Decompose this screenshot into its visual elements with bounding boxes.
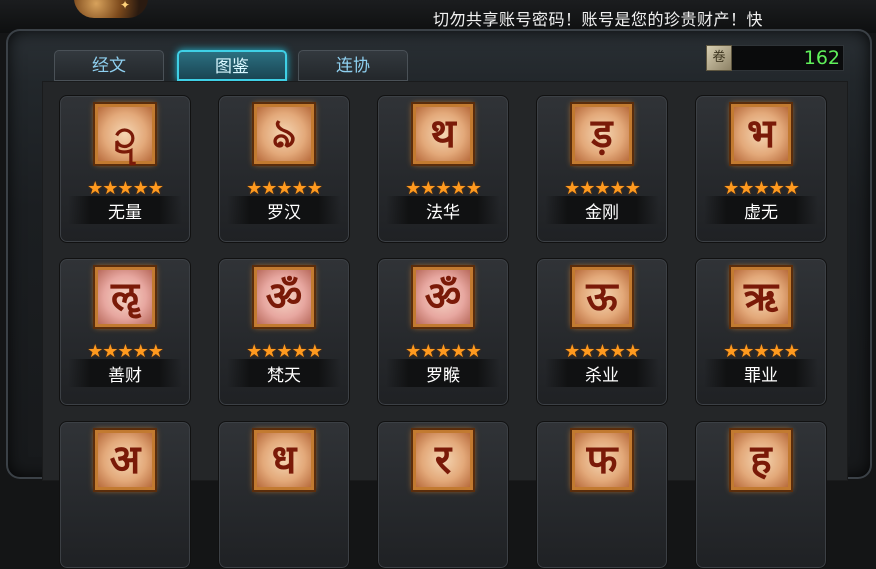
announcement-ticker: 切勿共享账号密码！账号是您的珍贵财产！快 <box>433 10 764 29</box>
sigil-icon: ड़ <box>572 104 632 164</box>
card-name: 善财 <box>108 366 142 386</box>
codex-card[interactable]: फ <box>536 421 668 569</box>
sigil-icon: ॐ <box>413 267 473 327</box>
sigil-icon: ऊ <box>572 267 632 327</box>
card-name: 罪业 <box>744 366 778 386</box>
sigil-icon: ဍ <box>95 104 155 164</box>
codex-card[interactable]: ऊ ★★★★★ 杀业 <box>536 258 668 406</box>
card-name: 金刚 <box>585 203 619 223</box>
card-name: 虚无 <box>744 203 778 223</box>
codex-card[interactable]: ঌ ★★★★★ 罗汉 <box>218 95 350 243</box>
sigil-icon: ह <box>731 430 791 490</box>
card-name: 罗汉 <box>267 203 301 223</box>
tab-combo[interactable]: 连协 <box>298 50 408 81</box>
codex-card[interactable]: ॐ ★★★★★ 罗睺 <box>377 258 509 406</box>
codex-card[interactable]: ड़ ★★★★★ 金刚 <box>536 95 668 243</box>
codex-card[interactable]: ဍ ★★★★★ 无量 <box>59 95 191 243</box>
sigil-icon: ऋ <box>731 267 791 327</box>
sigil-icon: ॐ <box>254 267 314 327</box>
game-logo: ✦ <box>74 0 148 18</box>
codex-card[interactable]: भ ★★★★★ 虚无 <box>695 95 827 243</box>
codex-card[interactable]: अ <box>59 421 191 569</box>
codex-card[interactable]: ॐ ★★★★★ 梵天 <box>218 258 350 406</box>
sigil-icon: ॡ <box>95 267 155 327</box>
codex-grid: ဍ ★★★★★ 无量 ঌ ★★★★★ 罗汉 थ ★★★★★ 法华 ड़ ★★★★… <box>42 81 848 569</box>
card-name: 法华 <box>426 203 460 223</box>
sigil-icon: फ <box>572 430 632 490</box>
scroll-icon: 卷 <box>706 45 732 71</box>
codex-card[interactable]: थ ★★★★★ 法华 <box>377 95 509 243</box>
codex-card[interactable]: ध <box>218 421 350 569</box>
card-name: 罗睺 <box>426 366 460 386</box>
tab-codex[interactable]: 图鉴 <box>177 50 287 81</box>
logo-emblem-icon: ✦ <box>120 0 131 12</box>
tab-scriptures[interactable]: 经文 <box>54 50 164 81</box>
codex-card[interactable]: ॡ ★★★★★ 善财 <box>59 258 191 406</box>
codex-card[interactable]: ह <box>695 421 827 569</box>
sigil-icon: थ <box>413 104 473 164</box>
card-name: 无量 <box>108 203 142 223</box>
sigil-icon: र <box>413 430 473 490</box>
sigil-icon: ध <box>254 430 314 490</box>
codex-card[interactable]: ऋ ★★★★★ 罪业 <box>695 258 827 406</box>
codex-card[interactable]: र <box>377 421 509 569</box>
sigil-icon: अ <box>95 430 155 490</box>
sigil-icon: ঌ <box>254 104 314 164</box>
card-name: 杀业 <box>585 366 619 386</box>
currency-value: 162 <box>803 47 840 69</box>
sigil-icon: भ <box>731 104 791 164</box>
card-name: 梵天 <box>267 366 301 386</box>
